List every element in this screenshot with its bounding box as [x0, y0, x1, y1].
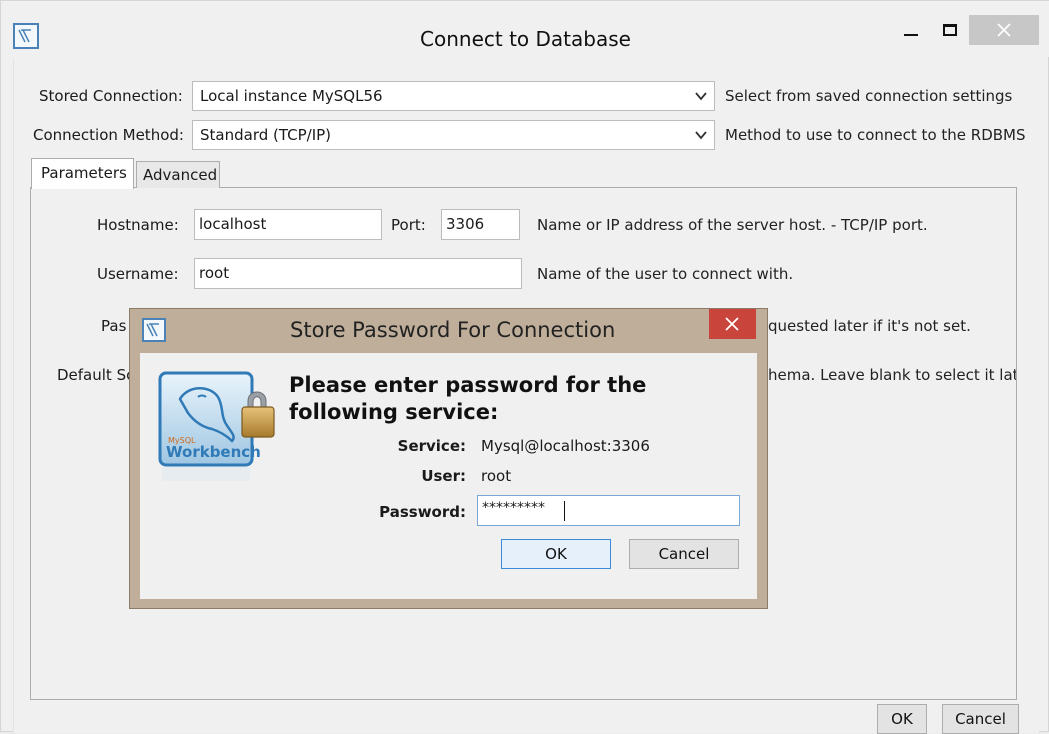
connection-method-value: Standard (TCP/IP)	[200, 126, 332, 144]
mysql-workbench-logo: MySQL Workbench	[158, 371, 275, 481]
connection-method-help: Method to use to connect to the RDBMS	[725, 126, 1026, 144]
service-value: Mysql@localhost:3306	[481, 437, 650, 455]
stored-connection-value: Local instance MySQL56	[200, 87, 383, 105]
password-label-partial: Pas	[101, 317, 127, 335]
port-label: Port:	[391, 216, 426, 234]
cancel-button[interactable]: Cancel	[942, 704, 1019, 734]
dialog-ok-button[interactable]: OK	[501, 539, 611, 569]
username-help: Name of the user to connect with.	[537, 265, 794, 283]
connection-method-label: Connection Method:	[33, 126, 184, 144]
dialog-title: Store Password For Connection	[290, 318, 616, 342]
port-value: 3306	[446, 215, 485, 233]
user-label: User:	[421, 467, 466, 485]
password-help-partial: quested later if it's not set.	[768, 317, 971, 335]
dialog-app-icon	[142, 318, 166, 342]
stored-connection-label: Stored Connection:	[39, 87, 183, 105]
tab-parameters[interactable]: Parameters	[31, 158, 134, 189]
hostname-value: localhost	[199, 215, 267, 233]
stored-connection-select[interactable]: Local instance MySQL56	[192, 81, 715, 111]
ok-button[interactable]: OK	[877, 704, 927, 734]
password-label: Password:	[379, 503, 466, 521]
minimize-icon	[904, 34, 918, 36]
dialog-cancel-button[interactable]: Cancel	[629, 539, 739, 569]
logo-text: Workbench	[166, 443, 261, 461]
dialog-heading-line1: Please enter password for the	[289, 373, 647, 397]
window-title: Connect to Database	[420, 27, 631, 51]
port-input[interactable]: 3306	[441, 209, 520, 240]
password-input[interactable]: *********	[477, 495, 740, 526]
default-schema-label-partial: Default Sc	[57, 366, 135, 384]
connection-method-select[interactable]: Standard (TCP/IP)	[192, 120, 715, 150]
username-value: root	[199, 264, 230, 282]
tab-parameters-label: Parameters	[41, 164, 127, 182]
hostname-help: Name or IP address of the server host. -…	[537, 216, 928, 234]
minimize-button[interactable]	[894, 15, 928, 45]
stored-connection-help: Select from saved connection settings	[725, 87, 1013, 105]
password-value: *********	[482, 500, 545, 516]
hostname-label: Hostname:	[97, 216, 179, 234]
connect-to-database-window: Connect to Database Stored Connection: L…	[0, 0, 1049, 734]
username-input[interactable]: root	[194, 258, 522, 289]
user-value: root	[481, 467, 512, 485]
service-label: Service:	[397, 437, 466, 455]
default-schema-help-partial: hema. Leave blank to select it late	[768, 366, 1016, 384]
chevron-down-icon	[695, 131, 707, 140]
hostname-input[interactable]: localhost	[194, 209, 382, 240]
close-icon	[997, 23, 1011, 37]
tab-advanced[interactable]: Advanced	[136, 161, 220, 188]
title-bar[interactable]: Connect to Database	[1, 1, 1049, 57]
text-caret	[564, 501, 565, 521]
dialog-heading-line2: following service:	[289, 400, 499, 424]
close-icon	[725, 317, 739, 331]
tab-advanced-label: Advanced	[143, 166, 218, 184]
chevron-down-icon	[695, 92, 707, 101]
maximize-icon	[943, 24, 957, 36]
username-label: Username:	[97, 265, 179, 283]
dialog-heading: Please enter password for the following …	[289, 372, 646, 426]
maximize-button[interactable]	[933, 15, 967, 45]
dialog-close-button[interactable]	[709, 309, 756, 339]
close-window-button[interactable]	[969, 15, 1039, 45]
